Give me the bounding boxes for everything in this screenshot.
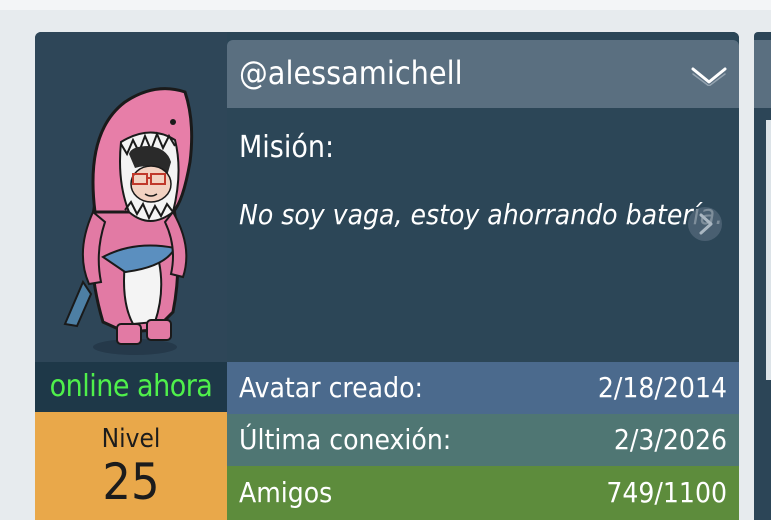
level-value: 25 xyxy=(102,453,160,511)
chevron-down-icon[interactable] xyxy=(689,66,729,86)
motto-area: Misión: No soy vaga, estoy ahorrando bat… xyxy=(227,108,739,362)
level-badge: Nivel 25 xyxy=(35,412,227,520)
adjacent-card-header xyxy=(754,40,771,108)
avatar-panel xyxy=(35,32,227,362)
stat-label: Avatar creado: xyxy=(239,371,423,404)
stat-label: Última conexión: xyxy=(239,423,452,456)
circle-arrow-icon[interactable] xyxy=(685,204,725,244)
level-label: Nivel xyxy=(101,424,161,454)
online-status: online ahora xyxy=(35,362,227,412)
avatar-image xyxy=(63,87,194,355)
profile-card: online ahora Nivel 25 @alessamichell Mis… xyxy=(35,32,739,520)
username-bar[interactable]: @alessamichell xyxy=(227,40,739,108)
stat-avatar-created: Avatar creado: 2/18/2014 xyxy=(227,362,739,414)
motto-text: No soy vaga, estoy ahorrando batería. xyxy=(239,198,724,231)
profile-details: @alessamichell Misión: No soy vaga, esto… xyxy=(227,32,739,520)
stat-friends[interactable]: Amigos 749/1100 xyxy=(227,466,739,520)
username: @alessamichell xyxy=(239,54,463,92)
screen: online ahora Nivel 25 @alessamichell Mis… xyxy=(0,0,771,520)
stat-value: 749/1100 xyxy=(606,476,727,509)
stat-label: Amigos xyxy=(239,476,333,509)
stat-value: 2/3/2026 xyxy=(613,423,727,456)
adjacent-card-edge xyxy=(766,120,771,380)
motto-label: Misión: xyxy=(239,130,335,165)
stat-last-connection: Última conexión: 2/3/2026 xyxy=(227,414,739,466)
stat-value: 2/18/2014 xyxy=(597,371,727,404)
top-strip xyxy=(0,0,771,10)
